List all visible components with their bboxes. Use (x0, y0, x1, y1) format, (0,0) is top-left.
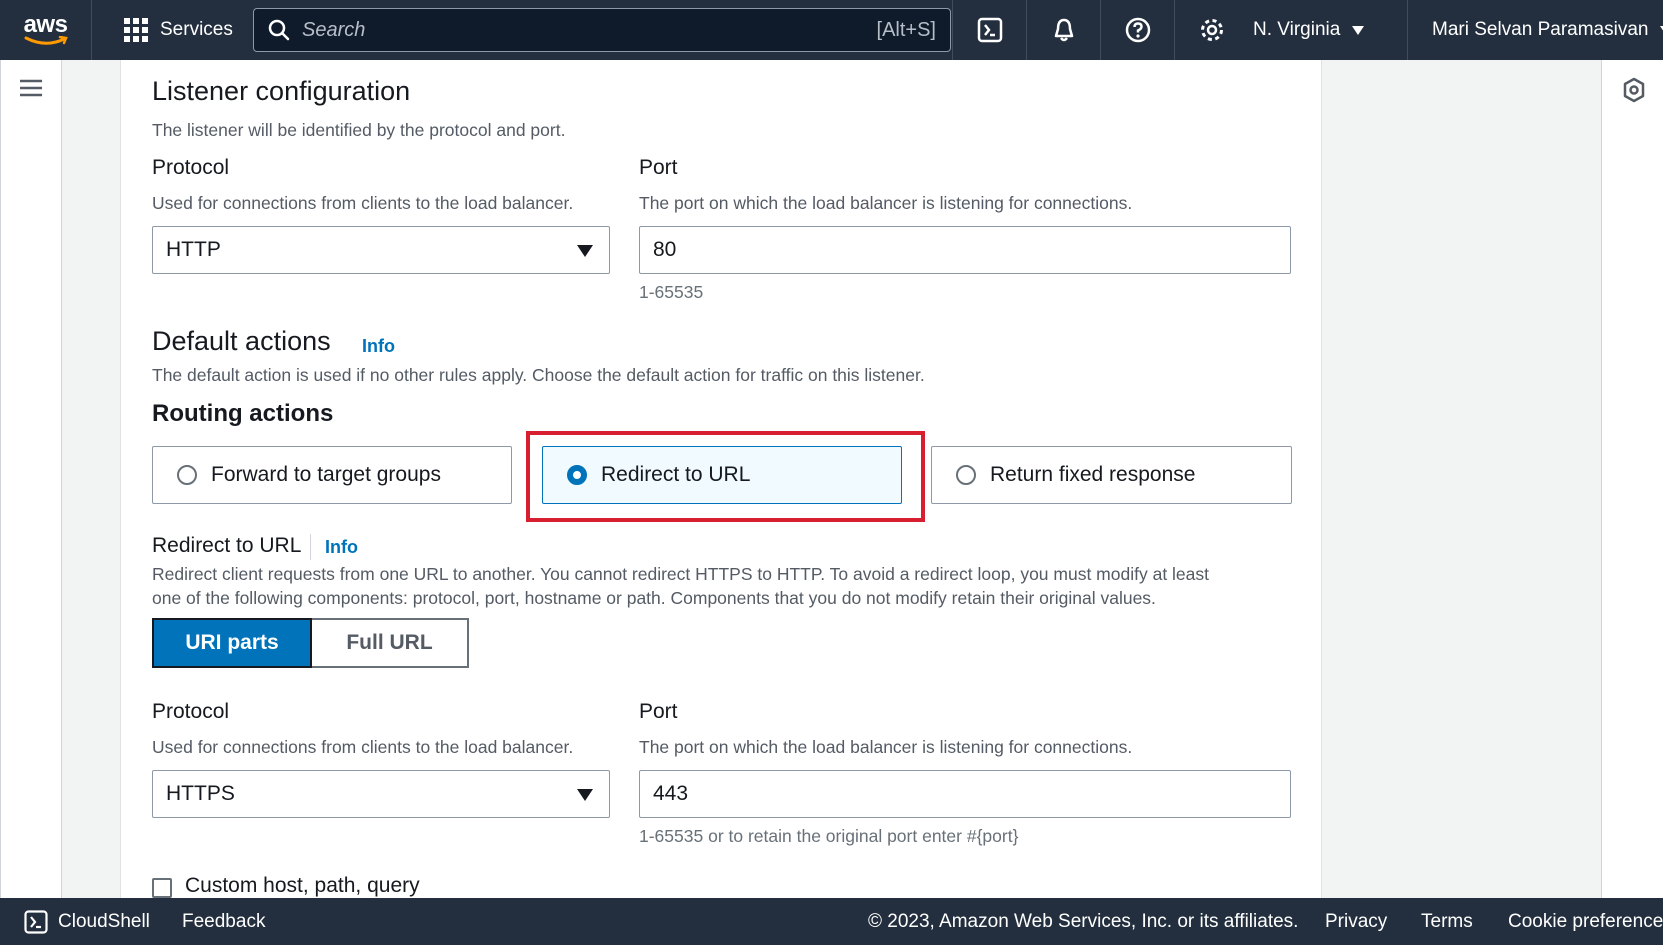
redirect-info-link[interactable]: Info (325, 537, 358, 558)
bell-icon (1054, 18, 1073, 42)
default-actions-title: Default actions (152, 326, 331, 356)
caret-down-icon (577, 789, 593, 801)
protocol-desc: Used for connections from clients to the… (152, 193, 574, 213)
aws-logo[interactable]: aws (0, 0, 92, 60)
port-hint: 1-65535 (639, 282, 704, 302)
account-menu[interactable]: Mari Selvan Paramasivan (1407, 0, 1663, 60)
redirect-protocol-label: Protocol (152, 700, 230, 723)
region-label: N. Virginia (1253, 19, 1341, 40)
aws-logo-text: aws (23, 11, 68, 38)
port-input-value: 80 (653, 238, 677, 261)
cloudshell-button[interactable] (952, 0, 1026, 60)
top-navigation: aws Services Search [Alt+S] N. Virginia … (0, 0, 1663, 60)
help-panel-icon[interactable] (1622, 77, 1646, 103)
caret-down-icon (1352, 25, 1365, 35)
gear-icon (1200, 19, 1223, 41)
footer-cookie-preferences-link[interactable]: Cookie preferences (1508, 898, 1663, 945)
redirect-desc-line1: Redirect client requests from one URL to… (152, 564, 1210, 584)
routing-option-fixed-response[interactable]: Return fixed response (931, 446, 1292, 504)
footer: CloudShell Feedback © 2023, Amazon Web S… (0, 898, 1663, 945)
default-actions-desc: The default action is used if no other r… (152, 365, 925, 385)
redirect-title: Redirect to URL (152, 534, 302, 557)
region-selector[interactable]: N. Virginia (1253, 0, 1365, 60)
redirect-port-label: Port (639, 700, 678, 723)
search-icon (268, 19, 290, 41)
redirect-protocol-desc: Used for connections from clients to the… (152, 737, 574, 757)
services-menu-button[interactable]: Services (92, 0, 251, 60)
segment-full-url[interactable]: Full URL (312, 618, 469, 668)
footer-copyright: © 2023, Amazon Web Services, Inc. or its… (868, 910, 1299, 932)
content-gutter-left (62, 60, 120, 898)
routing-option-fixed-response-label: Return fixed response (990, 463, 1196, 486)
search-shortcut: [Alt+S] (876, 18, 936, 41)
port-input[interactable]: 80 (639, 226, 1291, 274)
caret-down-icon (577, 245, 593, 257)
footer-cloudshell-button[interactable]: CloudShell (24, 898, 150, 945)
redirect-port-hint: 1-65535 or to retain the original port e… (639, 826, 1019, 846)
terminal-icon (24, 909, 48, 934)
footer-cloudshell-label: CloudShell (58, 910, 150, 932)
redirect-port-value: 443 (653, 782, 689, 805)
routing-option-forward-label: Forward to target groups (211, 463, 441, 486)
highlight-annotation-box (526, 431, 925, 522)
protocol-select[interactable]: HTTP (152, 226, 610, 274)
custom-host-label: Custom host, path, query (185, 874, 420, 897)
protocol-label: Protocol (152, 156, 230, 179)
user-name: Mari Selvan Paramasivan (1432, 19, 1649, 40)
redirect-desc-line2: one of the following components: protoco… (152, 588, 1156, 608)
protocol-select-value: HTTP (166, 238, 221, 261)
footer-feedback-link[interactable]: Feedback (182, 898, 265, 945)
left-rail (0, 60, 62, 898)
routing-actions-title: Routing actions (152, 400, 334, 427)
search-placeholder: Search (302, 18, 366, 41)
routing-option-forward[interactable]: Forward to target groups (152, 446, 512, 504)
search-input[interactable]: Search [Alt+S] (253, 8, 951, 52)
radio-forward[interactable] (177, 465, 197, 485)
listener-config-title: Listener configuration (152, 76, 411, 106)
content-gutter-right (1322, 60, 1601, 898)
menu-icon[interactable] (20, 79, 42, 97)
grid-icon (124, 18, 148, 42)
radio-fixed-response[interactable] (956, 465, 976, 485)
services-label: Services (160, 19, 233, 40)
divider (310, 534, 311, 560)
redirect-protocol-select[interactable]: HTTPS (152, 770, 610, 818)
segment-uri-parts[interactable]: URI parts (152, 618, 312, 668)
default-actions-info-link[interactable]: Info (362, 336, 395, 357)
settings-button[interactable] (1174, 0, 1248, 60)
right-rail (1601, 60, 1663, 898)
listener-config-desc: The listener will be identified by the p… (152, 120, 566, 140)
redirect-port-desc: The port on which the load balancer is l… (639, 737, 1133, 757)
notifications-button[interactable] (1026, 0, 1100, 60)
redirect-port-input[interactable]: 443 (639, 770, 1291, 818)
terminal-icon (977, 17, 1002, 43)
footer-terms-link[interactable]: Terms (1421, 898, 1473, 945)
port-desc: The port on which the load balancer is l… (639, 193, 1133, 213)
custom-host-checkbox[interactable] (152, 878, 172, 898)
help-button[interactable] (1100, 0, 1174, 60)
help-icon (1125, 17, 1150, 43)
listener-form-panel: Listener configuration The listener will… (120, 60, 1322, 898)
redirect-protocol-value: HTTPS (166, 782, 235, 805)
aws-smile-icon (24, 36, 68, 45)
port-label: Port (639, 156, 678, 179)
footer-privacy-link[interactable]: Privacy (1325, 898, 1387, 945)
